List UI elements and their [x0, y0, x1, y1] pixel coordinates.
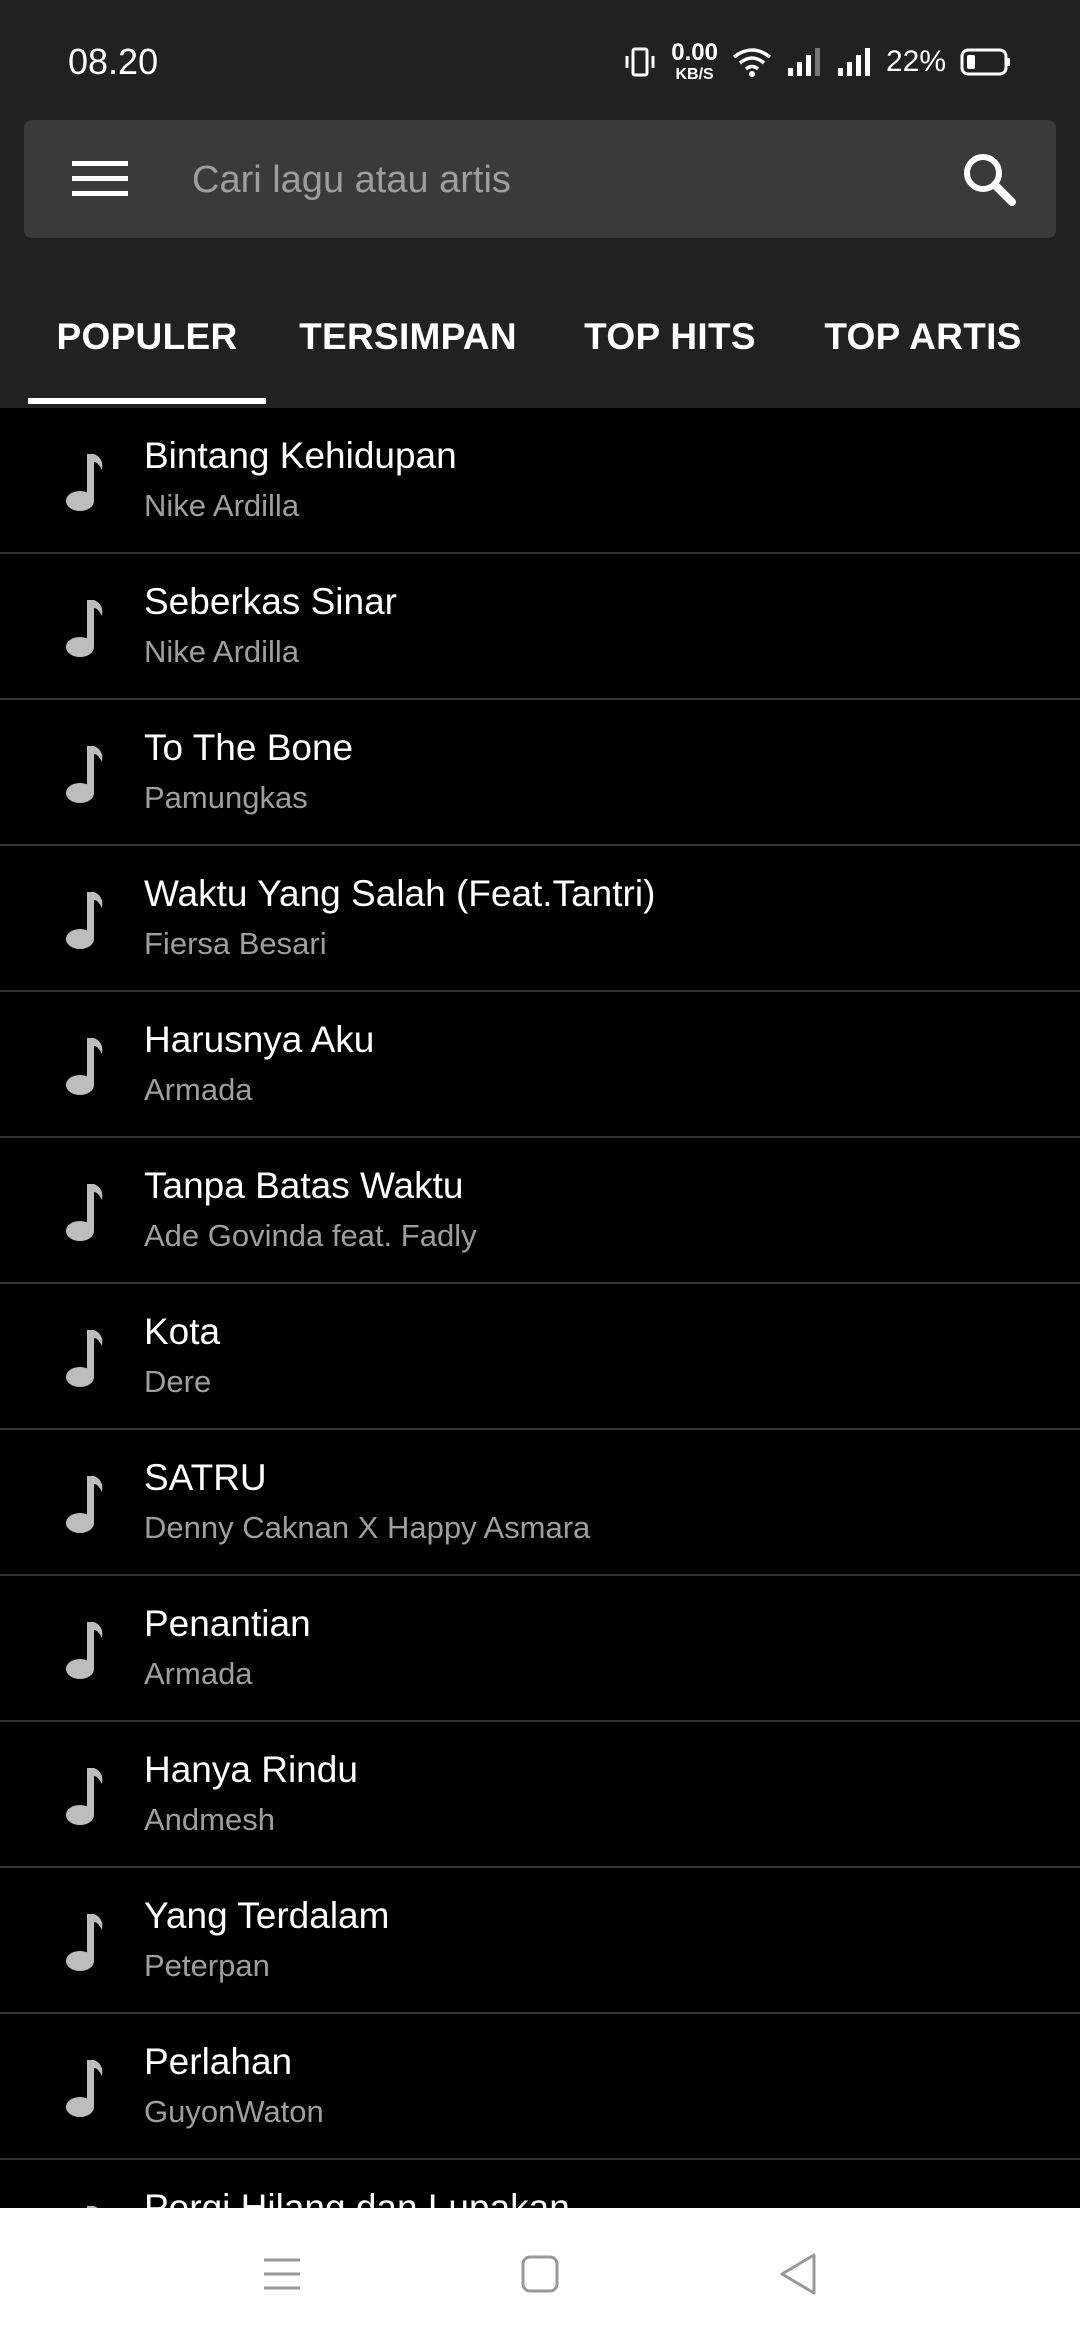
tab-label: POPULER — [56, 316, 238, 357]
song-artist: Nike Ardilla — [144, 488, 300, 523]
battery-icon — [960, 47, 1012, 77]
music-note-icon — [66, 600, 103, 657]
system-nav-bar — [0, 2208, 1080, 2340]
song-artist: Andmesh — [144, 1802, 275, 1837]
list-item[interactable]: Harusnya Aku Armada — [0, 992, 1080, 1138]
list-item[interactable]: Tanpa Batas Waktu Ade Govinda feat. Fadl… — [0, 1138, 1080, 1284]
music-note-icon — [66, 1476, 103, 1533]
tab-tersimpan[interactable]: TERSIMPAN — [288, 306, 528, 406]
active-tab-indicator — [28, 398, 266, 404]
list-item[interactable]: Perlahan GuyonWaton — [0, 2014, 1080, 2160]
signal-icon-2 — [836, 46, 872, 78]
song-title: Harusnya Aku — [144, 1019, 375, 1060]
song-title: SATRU — [144, 1457, 267, 1498]
list-item[interactable]: Kota Dere — [0, 1284, 1080, 1430]
song-title: Bintang Kehidupan — [144, 435, 457, 476]
tab-populer[interactable]: POPULER — [28, 306, 266, 406]
song-artist: Dere — [144, 1364, 212, 1399]
search-icon[interactable] — [958, 148, 1022, 212]
tab-bar: POPULER TERSIMPAN TOP HITS TOP ARTIS — [0, 306, 1080, 406]
song-title: Hanya Rindu — [144, 1749, 358, 1790]
app-bar: Cari lagu atau artis POPULER TERSIMPAN T… — [0, 96, 1080, 408]
music-note-icon — [66, 2060, 103, 2117]
tab-top-hits[interactable]: TOP HITS — [566, 306, 774, 406]
list-item[interactable]: Yang Terdalam Peterpan — [0, 1868, 1080, 2014]
list-item[interactable]: Waktu Yang Salah (Feat.Tantri) Fiersa Be… — [0, 846, 1080, 992]
tab-label: TOP ARTIS — [824, 316, 1022, 357]
tab-top-artis[interactable]: TOP ARTIS — [810, 306, 1036, 406]
vibrate-icon — [623, 45, 657, 79]
network-speed-unit: KB/S — [675, 66, 714, 83]
song-artist: GuyonWaton — [144, 2094, 324, 2129]
recents-icon[interactable] — [252, 2244, 312, 2304]
song-title: Perlahan — [144, 2041, 293, 2082]
status-time: 08.20 — [68, 41, 159, 82]
song-title: Pergi Hilang dan Lupakan — [144, 2187, 570, 2208]
song-title: Penantian — [144, 1603, 311, 1644]
music-note-icon — [66, 1768, 103, 1825]
music-note-icon — [66, 1038, 103, 1095]
search-input[interactable]: Cari lagu atau artis — [192, 158, 511, 202]
song-artist: Pamungkas — [144, 780, 308, 815]
list-item[interactable]: Pergi Hilang dan Lupakan — [0, 2160, 1080, 2208]
song-title: Kota — [144, 1311, 221, 1352]
status-bar: 08.20 0.00 KB/S 22% — [0, 0, 1080, 96]
home-icon[interactable] — [510, 2244, 570, 2304]
music-note-icon — [66, 1622, 103, 1679]
signal-icon-1 — [786, 46, 822, 78]
song-artist: Denny Caknan X Happy Asmara — [144, 1510, 591, 1545]
music-note-icon — [66, 1914, 103, 1971]
song-title: Tanpa Batas Waktu — [144, 1165, 464, 1206]
song-artist: Fiersa Besari — [144, 926, 327, 961]
network-speed-value: 0.00 — [671, 39, 718, 66]
song-artist: Armada — [144, 1656, 253, 1691]
hamburger-icon[interactable] — [64, 148, 136, 210]
status-icons: 0.00 KB/S 22% — [623, 41, 1012, 83]
song-artist: Nike Ardilla — [144, 634, 300, 669]
music-note-icon — [66, 1330, 103, 1387]
song-artist: Ade Govinda feat. Fadly — [144, 1218, 477, 1253]
music-note-icon — [66, 746, 103, 803]
battery-percent: 22% — [885, 45, 946, 78]
song-artist: Armada — [144, 1072, 253, 1107]
list-item[interactable]: Bintang Kehidupan Nike Ardilla — [0, 408, 1080, 554]
song-title: To The Bone — [144, 727, 354, 768]
music-note-icon — [66, 454, 103, 511]
back-icon[interactable] — [768, 2244, 828, 2304]
song-title: Yang Terdalam — [144, 1895, 390, 1936]
tab-label: TOP HITS — [584, 316, 756, 357]
list-item[interactable]: Penantian Armada — [0, 1576, 1080, 1722]
network-speed: 0.00 KB/S — [671, 41, 718, 83]
song-title: Waktu Yang Salah (Feat.Tantri) — [144, 873, 656, 914]
search-bar[interactable]: Cari lagu atau artis — [24, 120, 1056, 238]
song-list[interactable]: Bintang Kehidupan Nike Ardilla Seberkas … — [0, 408, 1080, 2208]
song-artist: Peterpan — [144, 1948, 270, 1983]
music-note-icon — [66, 892, 103, 949]
music-note-icon — [66, 1184, 103, 1241]
wifi-icon — [732, 45, 772, 79]
list-item[interactable]: Hanya Rindu Andmesh — [0, 1722, 1080, 1868]
list-item[interactable]: SATRU Denny Caknan X Happy Asmara — [0, 1430, 1080, 1576]
tab-label: TERSIMPAN — [299, 316, 517, 357]
list-item[interactable]: Seberkas Sinar Nike Ardilla — [0, 554, 1080, 700]
song-title: Seberkas Sinar — [144, 581, 397, 622]
list-item[interactable]: To The Bone Pamungkas — [0, 700, 1080, 846]
